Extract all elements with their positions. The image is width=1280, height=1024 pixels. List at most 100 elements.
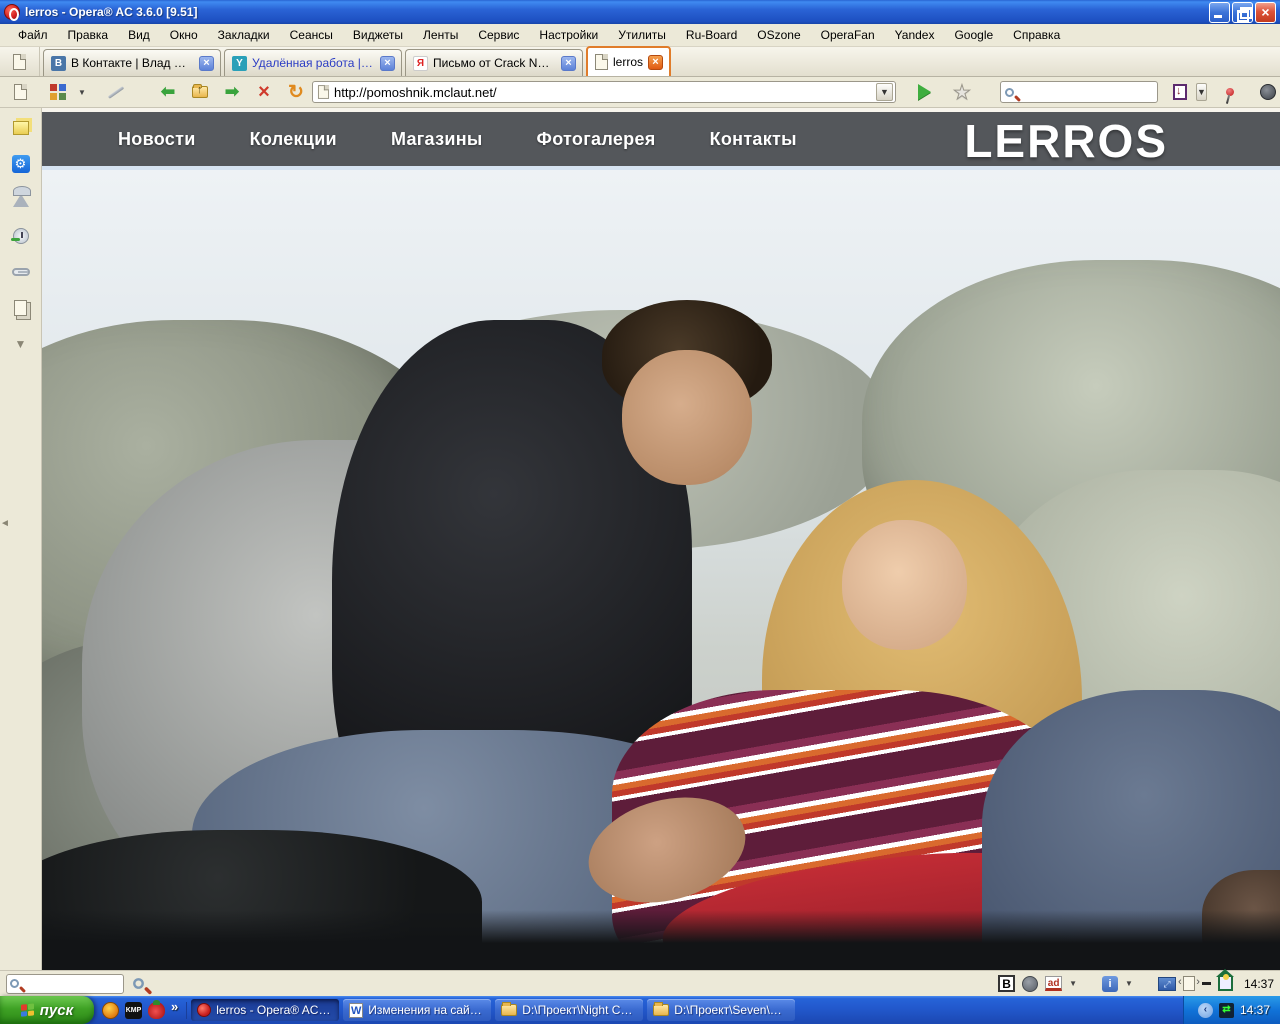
panel-more-button[interactable]: ▼ <box>9 332 33 356</box>
nav-link-photogallery[interactable]: Фотогалерея <box>537 129 656 150</box>
tab-close-icon[interactable]: × <box>648 55 663 70</box>
widgets-panel-button[interactable]: ⚙ <box>9 152 33 176</box>
menu-bookmarks[interactable]: Закладки <box>208 25 280 45</box>
navigation-toolbar: ▼ ⬅ ➡ × ↻ ▼ ★ ▼ <box>0 77 1280 108</box>
user-mode-dropdown[interactable]: ▼ <box>1125 974 1133 994</box>
menu-widgets[interactable]: Виджеты <box>343 25 413 45</box>
desktop: lerros - Opera® AC 3.6.0 [9.51] × Файл П… <box>0 0 1280 1024</box>
menu-yandex[interactable]: Yandex <box>885 25 945 45</box>
quick-launch-strawberry-icon[interactable] <box>148 1002 165 1019</box>
address-dropdown-button[interactable]: ▼ <box>876 83 893 101</box>
status-search-input[interactable] <box>22 977 120 991</box>
nav-link-contacts[interactable]: Контакты <box>710 129 797 150</box>
adblock-button[interactable]: ad <box>1045 974 1062 994</box>
history-panel-button[interactable] <box>9 224 33 248</box>
panel-collapse-handle[interactable]: ◄ <box>0 512 7 534</box>
windows-flag-icon <box>21 1003 35 1016</box>
search-icon <box>10 979 19 988</box>
pin-button[interactable] <box>1218 80 1242 104</box>
tab-remote-work[interactable]: Y Удалённая работа | Па... × <box>224 49 402 76</box>
status-search-bar[interactable] <box>6 974 124 994</box>
start-button[interactable]: пуск <box>0 996 94 1024</box>
bookmark-button[interactable]: ★ <box>950 80 974 104</box>
tab-close-icon[interactable]: × <box>380 56 395 71</box>
menu-settings[interactable]: Настройки <box>529 25 608 45</box>
tab-vkontakte[interactable]: B В Контакте | Влад Жарин × <box>43 49 221 76</box>
home-page-button[interactable] <box>8 80 32 104</box>
network-tray-icon[interactable]: ⇄ <box>1219 1003 1234 1018</box>
identify-button[interactable] <box>1256 80 1280 104</box>
links-panel-button[interactable] <box>9 260 33 284</box>
quick-launch-kmplayer-icon[interactable]: KMP <box>125 1002 142 1019</box>
windows-panel-button[interactable] <box>9 296 33 320</box>
new-tab-button[interactable] <box>0 47 40 76</box>
search-bar[interactable]: ▼ <box>1000 81 1158 103</box>
address-input[interactable] <box>334 85 876 100</box>
chevron-down-icon: ▼ <box>15 337 27 351</box>
notes-panel-button[interactable] <box>9 116 33 140</box>
back-button[interactable]: ⬅ <box>156 80 180 104</box>
find-button[interactable] <box>134 974 143 994</box>
title-bar[interactable]: lerros - Opera® AC 3.6.0 [9.51] × <box>0 0 1280 24</box>
close-button[interactable]: × <box>1255 2 1276 23</box>
reload-button[interactable]: ↻ <box>284 80 308 104</box>
tray-collapse-chevron[interactable]: ‹ <box>1198 1003 1213 1018</box>
sessions-grid-button[interactable] <box>46 80 70 104</box>
user-mode-button[interactable]: i <box>1102 974 1118 994</box>
star-icon: ★ <box>953 80 971 105</box>
windows-taskbar: пуск KMP » lerros - Opera® AC 3... W Изм… <box>0 996 1280 1024</box>
menu-help[interactable]: Справка <box>1003 25 1070 45</box>
grid-dropdown-button[interactable]: ▼ <box>70 80 94 104</box>
forward-button[interactable]: ➡ <box>220 80 244 104</box>
menu-google[interactable]: Google <box>944 25 1003 45</box>
taskbar-button-folder-night[interactable]: D:\Проект\Night Che... <box>495 999 643 1021</box>
up-button[interactable] <box>188 80 212 104</box>
tab-close-icon[interactable]: × <box>199 56 214 71</box>
taskbar-button-opera[interactable]: lerros - Opera® AC 3... <box>191 999 339 1021</box>
panels-toggle-button[interactable] <box>1168 80 1192 104</box>
minimize-button[interactable] <box>1209 2 1230 23</box>
tab-close-icon[interactable]: × <box>561 56 576 71</box>
quick-launch-dap-icon[interactable] <box>102 1002 119 1019</box>
go-icon <box>918 84 931 100</box>
search-panel-button[interactable] <box>9 188 33 212</box>
sessions-grid-icon <box>50 84 66 100</box>
menu-tools[interactable]: Сервис <box>468 25 529 45</box>
edit-button[interactable] <box>104 80 128 104</box>
stop-button[interactable]: × <box>252 80 276 104</box>
restore-button[interactable] <box>1232 2 1253 23</box>
nav-link-stores[interactable]: Магазины <box>391 129 483 150</box>
go-button[interactable] <box>912 80 936 104</box>
menu-feeds[interactable]: Ленты <box>413 25 468 45</box>
new-tab-icon <box>13 54 26 70</box>
taskbar-button-word-doc[interactable]: W Изменения на сайте ... <box>343 999 491 1021</box>
tab-mail[interactable]: Я Письмо от Crack Never... × <box>405 49 583 76</box>
panel-toggle-icon <box>1173 84 1187 100</box>
nav-link-news[interactable]: Новости <box>118 129 196 150</box>
menu-ruboard[interactable]: Ru-Board <box>676 25 747 45</box>
globe-button[interactable] <box>1022 974 1038 994</box>
menu-file[interactable]: Файл <box>8 25 58 45</box>
search-dropdown-button[interactable]: ▼ <box>1196 83 1207 101</box>
search-icon <box>1005 88 1014 97</box>
quick-launch-overflow-chevron[interactable]: » <box>171 999 178 1014</box>
search-input[interactable] <box>1017 85 1193 100</box>
menu-window[interactable]: Окно <box>160 25 208 45</box>
tab-lerros-active[interactable]: lerros × <box>586 46 671 76</box>
nav-link-collections[interactable]: Колекции <box>250 129 337 150</box>
bold-toggle-button[interactable]: B <box>998 974 1015 994</box>
pin-icon <box>1225 87 1235 97</box>
adblock-dropdown[interactable]: ▼ <box>1069 974 1077 994</box>
menu-oszone[interactable]: OSzone <box>747 25 810 45</box>
address-bar[interactable]: ▼ <box>312 81 896 103</box>
menu-edit[interactable]: Правка <box>58 25 119 45</box>
page-navigation-button[interactable] <box>1183 974 1195 994</box>
home-button[interactable] <box>1218 974 1233 994</box>
menu-utilities[interactable]: Утилиты <box>608 25 676 45</box>
taskbar-button-folder-seven[interactable]: D:\Проект\Seven\По... <box>647 999 795 1021</box>
fit-to-window-button[interactable]: ⤢ <box>1158 974 1176 994</box>
menu-sessions[interactable]: Сеансы <box>280 25 343 45</box>
menu-view[interactable]: Вид <box>118 25 160 45</box>
menu-operafan[interactable]: OperaFan <box>811 25 885 45</box>
zoom-out-button[interactable] <box>1202 974 1211 994</box>
